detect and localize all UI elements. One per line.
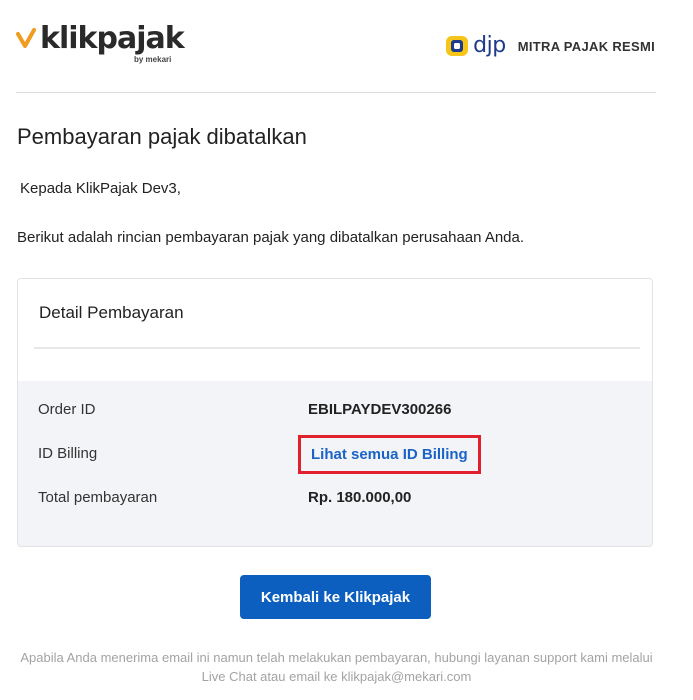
email-page: klikpajak by mekari djp MITRA PAJAK RESM…	[0, 0, 693, 700]
card-header: Detail Pembayaran	[18, 279, 652, 381]
total-payment-row: Total pembayaran Rp. 180.000,00	[18, 489, 652, 513]
partner-badge: djp MITRA PAJAK RESMI	[445, 34, 655, 58]
footer-note: Apabila Anda menerima email ini namun te…	[20, 650, 653, 684]
card-title: Detail Pembayaran	[39, 303, 184, 322]
djp-logo-icon	[446, 36, 469, 56]
checkmark-icon	[16, 28, 36, 48]
brand-subtitle: by mekari	[134, 55, 172, 64]
header-divider	[16, 92, 656, 93]
djp-logo-text: djp	[473, 33, 506, 58]
total-payment-value: Rp. 180.000,00	[308, 489, 412, 506]
billing-id-row: ID Billing Lihat semua ID Billing	[18, 435, 652, 474]
back-to-klikpajak-button[interactable]: Kembali ke Klikpajak	[240, 575, 431, 619]
order-id-value: EBILPAYDEV300266	[308, 401, 452, 418]
order-id-row: Order ID EBILPAYDEV300266	[18, 401, 652, 425]
card-divider	[34, 347, 640, 349]
greeting-text: Kepada KlikPajak Dev3,	[20, 180, 181, 197]
order-id-label: Order ID	[38, 401, 96, 418]
brand-name: klikpajak	[40, 21, 185, 56]
email-header: klikpajak by mekari djp MITRA PAJAK RESM…	[0, 0, 693, 92]
partner-label: MITRA PAJAK RESMI	[517, 38, 655, 54]
view-all-billing-link[interactable]: Lihat semua ID Billing	[298, 435, 481, 474]
total-payment-label: Total pembayaran	[38, 489, 158, 506]
page-title: Pembayaran pajak dibatalkan	[17, 124, 307, 149]
billing-id-label: ID Billing	[38, 445, 98, 462]
payment-detail-card: Detail Pembayaran Order ID EBILPAYDEV300…	[17, 278, 653, 547]
intro-text: Berikut adalah rincian pembayaran pajak …	[17, 229, 525, 246]
